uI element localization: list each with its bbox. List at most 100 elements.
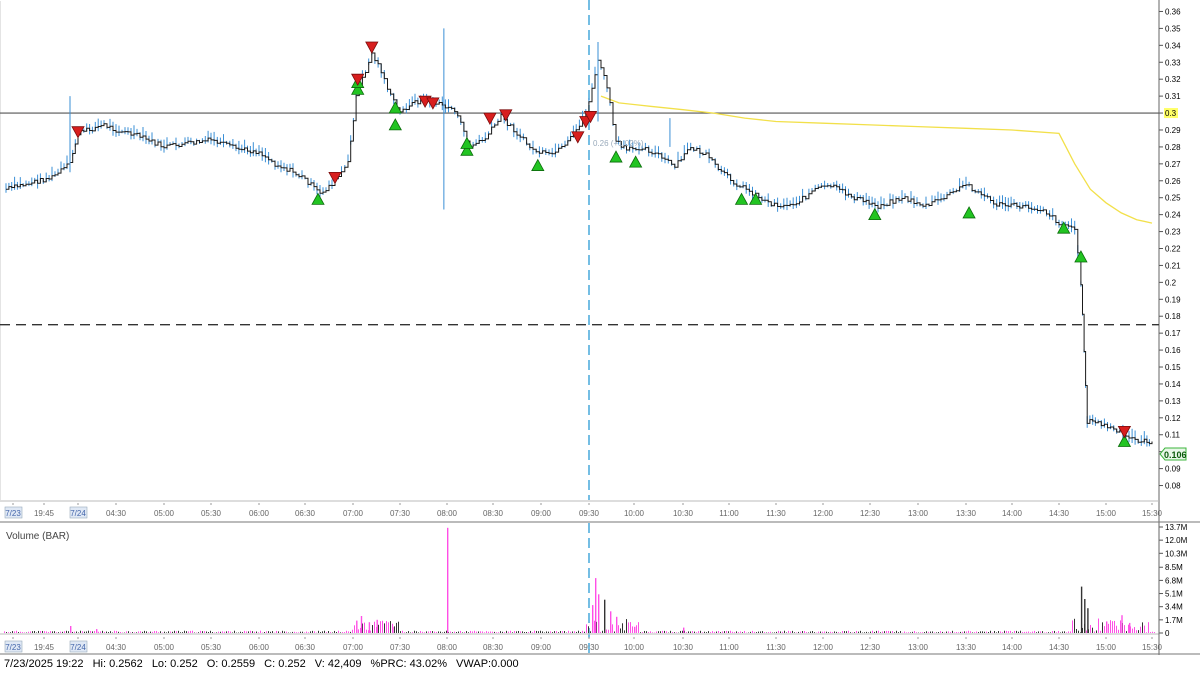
volume-bar-small bbox=[686, 632, 687, 633]
volume-bar-small bbox=[366, 629, 367, 633]
volume-bar-small bbox=[346, 630, 347, 633]
volume-bar-small bbox=[438, 631, 439, 633]
volume-pane-title: Volume (BAR) bbox=[6, 531, 70, 542]
volume-bar-small bbox=[1058, 630, 1059, 633]
volume-bar-small bbox=[20, 631, 21, 633]
volume-bar-small bbox=[922, 632, 923, 633]
buy-marker[interactable] bbox=[734, 192, 749, 205]
volume-bar-small bbox=[302, 631, 303, 633]
volume-bar-small bbox=[572, 631, 573, 633]
sell-marker[interactable] bbox=[426, 97, 440, 110]
volume-bar-small bbox=[580, 632, 581, 633]
sell-marker[interactable] bbox=[328, 171, 342, 185]
price-tick-label: 0.18 bbox=[1165, 312, 1181, 321]
volume-bar-small bbox=[160, 631, 161, 633]
volume-bar-small bbox=[1068, 631, 1069, 633]
sell-marker[interactable] bbox=[499, 109, 513, 122]
sell-marker[interactable] bbox=[483, 112, 497, 125]
volume-bar-small bbox=[892, 631, 893, 633]
volume-pane[interactable]: 13.7M 12.0M 10.3M 8.5M 6.8M 5.1M 3.4M 1.7M 0 bbox=[0, 523, 1188, 655]
volume-bar-small bbox=[174, 630, 175, 633]
volume-bar-small bbox=[826, 631, 827, 633]
volume-bar-small bbox=[12, 631, 13, 633]
volume-bar-small bbox=[24, 632, 25, 633]
volume-bar-small bbox=[982, 631, 983, 633]
volume-bar bbox=[376, 619, 378, 633]
volume-bar-small bbox=[4, 631, 5, 633]
volume-bar-small bbox=[162, 632, 163, 633]
volume-bar-small bbox=[344, 632, 345, 633]
volume-bar-small bbox=[300, 631, 301, 633]
buy-marker[interactable] bbox=[628, 155, 643, 168]
volume-bar-small bbox=[432, 631, 433, 633]
volume-bar-small bbox=[318, 630, 319, 633]
volume-bar-small bbox=[838, 632, 839, 633]
volume-bar-small bbox=[1076, 628, 1077, 633]
buy-marker[interactable] bbox=[460, 136, 474, 149]
volume-bar-small bbox=[138, 631, 139, 633]
volume-bar-small bbox=[66, 630, 67, 633]
chart-canvas[interactable]: 0.26 (+1.02%) 0.360.350.340.330.320.310.… bbox=[0, 0, 1200, 673]
volume-bar-small bbox=[342, 632, 343, 633]
volume-bar-small bbox=[480, 631, 481, 633]
volume-bar-small bbox=[1132, 628, 1133, 633]
volume-tick-label: 6.8M bbox=[1165, 576, 1183, 585]
volume-bar-small bbox=[328, 631, 329, 633]
volume-bar-small bbox=[212, 632, 213, 633]
volume-bar-small bbox=[222, 631, 223, 633]
volume-bar-small bbox=[1120, 620, 1121, 633]
buy-marker[interactable] bbox=[1074, 250, 1088, 263]
volume-bar-small bbox=[104, 631, 105, 633]
buy-marker[interactable] bbox=[531, 158, 545, 171]
buy-marker[interactable] bbox=[868, 207, 882, 221]
volume-bar-small bbox=[106, 631, 107, 633]
volume-bar-small bbox=[442, 632, 443, 633]
volume-bar-small bbox=[268, 631, 269, 633]
volume-bar-small bbox=[378, 624, 379, 633]
volume-bar-small bbox=[224, 631, 225, 633]
volume-bar-small bbox=[242, 632, 243, 633]
sell-marker[interactable] bbox=[365, 41, 379, 54]
volume-bar-small bbox=[824, 631, 825, 633]
volume-bar-small bbox=[730, 630, 731, 633]
volume-bar-small bbox=[830, 631, 831, 633]
sell-marker[interactable] bbox=[71, 126, 85, 139]
buy-marker[interactable] bbox=[748, 192, 763, 205]
volume-bar bbox=[1106, 621, 1108, 633]
time-label: 05:00 bbox=[154, 509, 175, 518]
buy-marker[interactable] bbox=[388, 118, 402, 131]
time-label: 08:00 bbox=[437, 643, 458, 652]
volume-bar-small bbox=[250, 630, 251, 633]
price-tick-label: 0.24 bbox=[1165, 211, 1181, 220]
volume-bar-small bbox=[996, 632, 997, 633]
buy-marker[interactable] bbox=[609, 150, 623, 163]
volume-bar-small bbox=[176, 631, 177, 633]
volume-bar-small bbox=[1018, 631, 1019, 633]
volume-bar-small bbox=[170, 631, 171, 633]
volume-bar-small bbox=[810, 631, 811, 633]
buy-marker[interactable] bbox=[962, 206, 976, 219]
volume-bar-small bbox=[294, 631, 295, 633]
volume-bar-small bbox=[336, 632, 337, 633]
volume-bar-small bbox=[672, 631, 673, 633]
volume-bar-small bbox=[548, 631, 549, 633]
volume-bar-small bbox=[734, 632, 735, 633]
volume-bar-small bbox=[358, 629, 359, 633]
volume-bar-small bbox=[100, 631, 101, 633]
volume-bar-small bbox=[962, 631, 963, 633]
volume-bar-small bbox=[988, 632, 989, 633]
volume-bar-small bbox=[56, 632, 57, 633]
volume-bar-small bbox=[422, 631, 423, 633]
volume-bar-small bbox=[390, 621, 391, 633]
volume-bar-small bbox=[492, 631, 493, 633]
volume-bar-small bbox=[896, 630, 897, 633]
time-label: 11:00 bbox=[719, 643, 739, 652]
volume-bar-small bbox=[490, 631, 491, 633]
volume-bar-small bbox=[1094, 631, 1095, 633]
volume-bar-small bbox=[914, 631, 915, 633]
volume-bar-small bbox=[1052, 631, 1053, 633]
price-pane[interactable]: 0.26 (+1.02%) 0.360.350.340.330.320.310.… bbox=[0, 0, 1187, 523]
buy-marker[interactable] bbox=[311, 192, 325, 205]
price-tick-label: 0.21 bbox=[1165, 261, 1181, 270]
volume-bar-small bbox=[626, 619, 627, 633]
